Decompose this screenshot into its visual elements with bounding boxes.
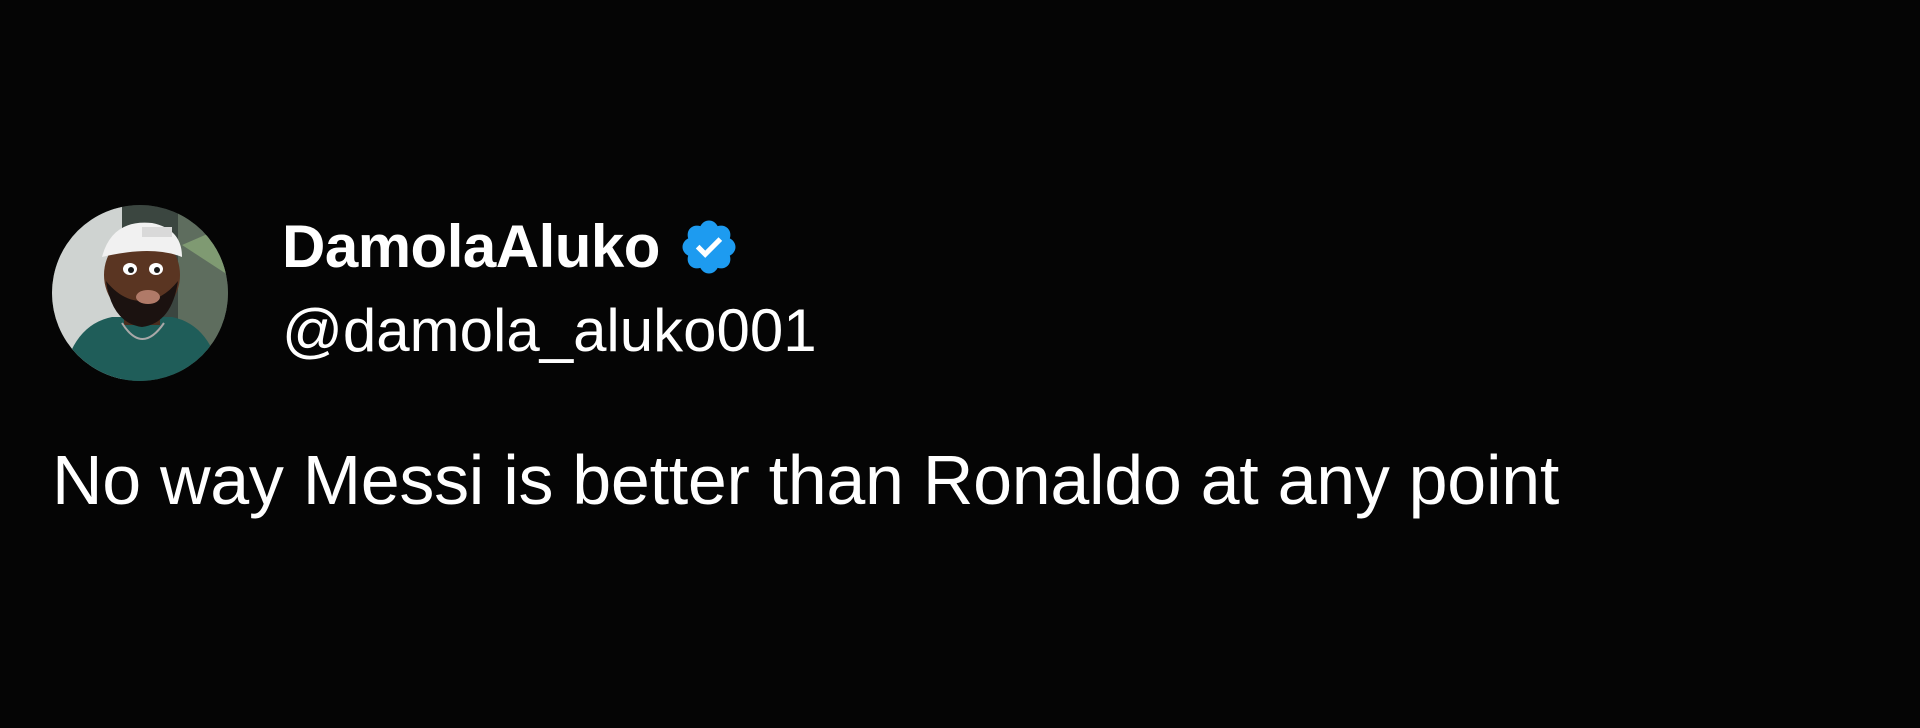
avatar-image xyxy=(52,205,228,381)
author-name-row: DamolaAluko xyxy=(282,212,740,282)
tweet-card: DamolaAluko @damola_aluko001 No way Mess… xyxy=(0,0,1920,728)
tweet-text: No way Messi is better than Ronaldo at a… xyxy=(52,441,1559,519)
author-handle[interactable]: @damola_aluko001 xyxy=(282,296,817,366)
verified-badge-icon xyxy=(678,216,740,278)
author-display-name[interactable]: DamolaAluko xyxy=(282,212,660,282)
avatar[interactable] xyxy=(52,205,228,381)
